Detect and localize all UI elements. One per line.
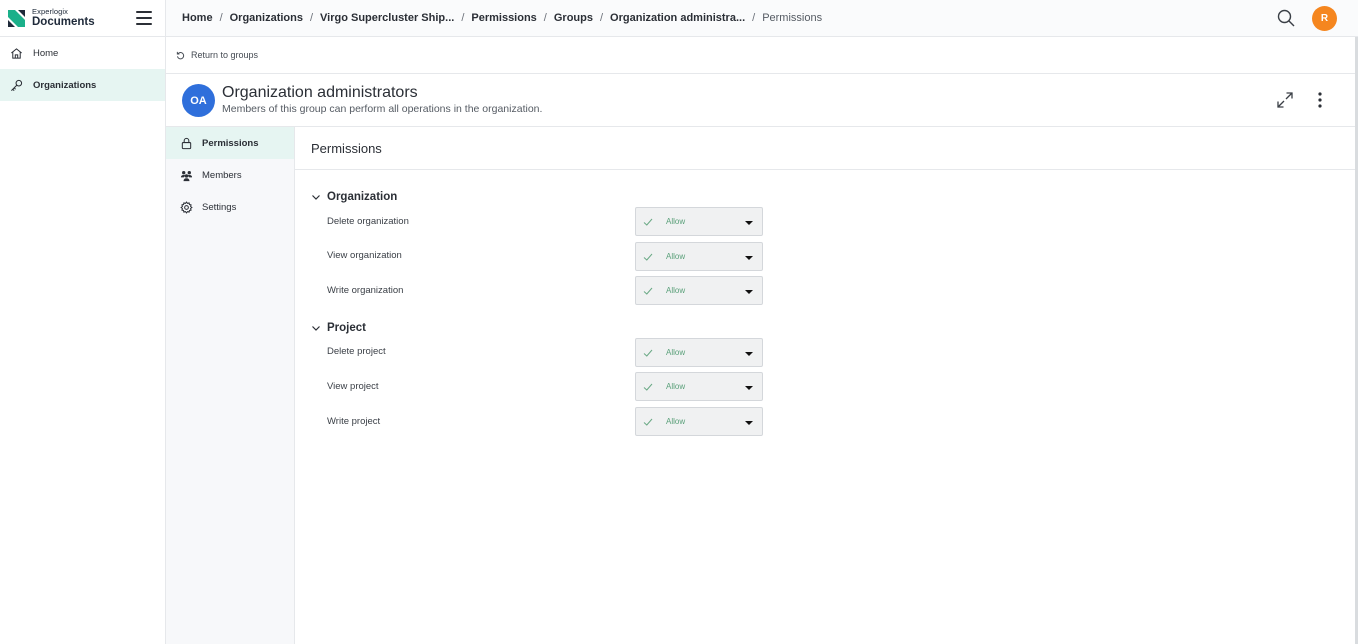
group-title: Organization administrators: [222, 84, 418, 101]
breadcrumb-separator: /: [543, 12, 547, 24]
brand-text: Experlogix Documents: [32, 8, 95, 28]
permission-select-view-organization[interactable]: Allow: [635, 242, 763, 271]
group-description: Members of this group can perform all op…: [222, 103, 543, 115]
tab-members[interactable]: Members: [166, 159, 294, 191]
lock-icon: [181, 137, 192, 149]
permission-label: Write project: [327, 416, 381, 427]
permission-select-write-project[interactable]: Allow: [635, 407, 763, 436]
undo-icon: [176, 51, 185, 59]
permission-value: Allow: [666, 348, 686, 357]
permission-label: View organization: [327, 250, 402, 261]
app-root: Experlogix Documents Home Organizations …: [0, 0, 1358, 644]
expand-icon[interactable]: [1275, 90, 1295, 110]
permission-label: View project: [327, 381, 379, 392]
permission-label: Delete project: [327, 346, 386, 357]
return-label: Return to groups: [191, 50, 259, 60]
left-sidebar: Experlogix Documents Home Organizations: [0, 0, 166, 644]
group-avatar: OA: [182, 84, 215, 117]
breadcrumb-current: Permissions: [762, 12, 823, 24]
more-options-icon[interactable]: [1312, 90, 1328, 110]
return-row: Return to groups: [166, 37, 1356, 74]
experlogix-logo-icon: [8, 9, 25, 27]
return-to-groups-link[interactable]: Return to groups: [176, 50, 258, 60]
permission-value: Allow: [666, 417, 686, 426]
panel-title: Permissions: [295, 127, 1356, 170]
gear-icon: [180, 200, 193, 214]
section-project-toggle[interactable]: Project: [311, 322, 366, 334]
user-avatar[interactable]: R: [1312, 6, 1337, 31]
sidebar-item-organizations[interactable]: Organizations: [0, 69, 165, 101]
top-bar: Home / Organizations / Virgo Supercluste…: [166, 0, 1358, 37]
breadcrumb-permissions[interactable]: Permissions: [471, 12, 536, 24]
permission-select-delete-organization[interactable]: Allow: [635, 207, 763, 236]
permission-value: Allow: [666, 382, 686, 391]
breadcrumb-separator: /: [752, 12, 756, 24]
hamburger-menu-icon[interactable]: [136, 11, 152, 25]
permission-label: Delete organization: [327, 216, 409, 227]
breadcrumb-separator: /: [461, 12, 465, 24]
permission-label: Write organization: [327, 285, 404, 296]
brand-big: Documents: [32, 15, 95, 28]
sidebar-item-label: Organizations: [33, 79, 97, 91]
breadcrumb-organization[interactable]: Virgo Supercluster Ship...: [320, 12, 454, 24]
check-icon: [643, 383, 653, 391]
group-header: OA Organization administrators Members o…: [166, 74, 1356, 127]
check-icon: [643, 349, 653, 357]
sidebar-item-label: Home: [33, 47, 59, 59]
tab-permissions[interactable]: Permissions: [166, 127, 294, 159]
permission-select-delete-project[interactable]: Allow: [635, 338, 763, 367]
brand: Experlogix Documents: [0, 0, 165, 37]
breadcrumb-groups[interactable]: Groups: [554, 12, 593, 24]
check-icon: [643, 418, 653, 426]
permission-value: Allow: [666, 252, 686, 261]
section-title: Organization: [327, 191, 398, 203]
breadcrumb-home[interactable]: Home: [182, 12, 213, 24]
users-icon: [180, 170, 193, 181]
tab-settings[interactable]: Settings: [166, 191, 294, 223]
breadcrumb-group[interactable]: Organization administra...: [610, 12, 745, 24]
permission-select-view-project[interactable]: Allow: [635, 372, 763, 401]
group-subnav: Permissions Members Settings: [166, 127, 295, 644]
section-title: Project: [327, 322, 366, 334]
permission-select-write-organization[interactable]: Allow: [635, 276, 763, 305]
brand-small: Experlogix: [32, 7, 69, 16]
caret-down-icon: [745, 421, 753, 425]
breadcrumb: Home / Organizations / Virgo Supercluste…: [182, 12, 822, 24]
check-icon: [643, 253, 653, 261]
breadcrumb-separator: /: [599, 12, 604, 24]
permission-value: Allow: [666, 217, 686, 226]
caret-down-icon: [745, 221, 753, 225]
sidebar-item-home[interactable]: Home: [0, 37, 165, 69]
search-icon[interactable]: [1276, 8, 1296, 28]
caret-down-icon: [745, 290, 753, 294]
permissions-panel: Permissions Organization Delete organiza…: [295, 127, 1356, 644]
home-icon: [11, 47, 22, 59]
check-icon: [643, 287, 653, 295]
key-icon: [11, 79, 23, 91]
caret-down-icon: [745, 386, 753, 390]
breadcrumb-separator: /: [309, 12, 314, 24]
caret-down-icon: [745, 352, 753, 356]
tab-label: Settings: [202, 201, 237, 213]
tab-label: Permissions: [202, 137, 259, 149]
chevron-down-icon: [312, 195, 320, 200]
chevron-down-icon: [312, 326, 320, 331]
tab-label: Members: [202, 169, 242, 181]
breadcrumb-separator: /: [219, 12, 223, 24]
section-organization-toggle[interactable]: Organization: [311, 191, 397, 203]
check-icon: [643, 218, 653, 226]
breadcrumb-organizations[interactable]: Organizations: [230, 12, 303, 24]
caret-down-icon: [745, 256, 753, 260]
permission-value: Allow: [666, 286, 686, 295]
